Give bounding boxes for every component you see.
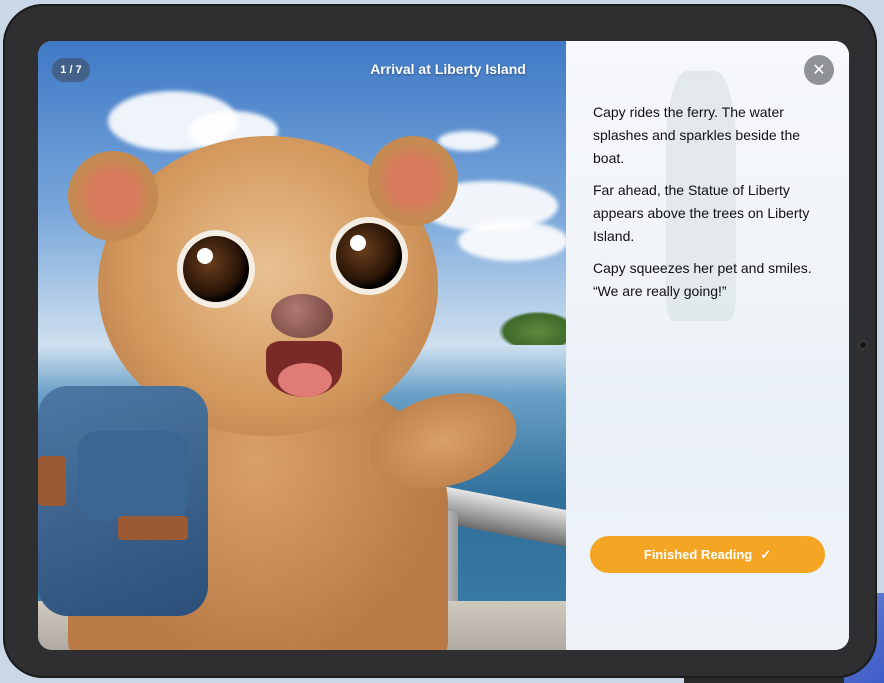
finished-reading-label: Finished Reading — [643, 547, 753, 562]
backpack-pocket — [78, 431, 188, 521]
page-title: Arrival at Liberty Island — [370, 61, 526, 77]
close-icon: ✕ — [812, 62, 826, 79]
close-button[interactable]: ✕ — [804, 55, 834, 85]
story-paragraph: Far ahead, the Statue of Liberty appears… — [593, 182, 810, 244]
story-illustration: 1 / 7 Arrival at Liberty Island — [38, 41, 566, 650]
story-text: Capy rides the ferry. The water splashes… — [593, 101, 823, 312]
story-paragraph: Capy squeezes her pet and smiles. “We ar… — [593, 260, 812, 299]
backpack-buckle — [38, 456, 66, 506]
capy-left-ear — [68, 151, 158, 241]
capy-right-ear — [368, 136, 458, 226]
capy-tongue — [278, 363, 332, 397]
capy-nose — [271, 294, 333, 338]
tablet-device: 1 / 7 Arrival at Liberty Island ✕ Capy r… — [3, 4, 877, 678]
capy-right-eye — [336, 223, 402, 289]
capy-left-eye — [183, 236, 249, 302]
story-paragraph: Capy rides the ferry. The water splashes… — [593, 104, 801, 166]
front-camera — [858, 340, 868, 350]
page-indicator: 1 / 7 — [52, 58, 90, 82]
finished-reading-button[interactable]: Finished Reading ✓ — [590, 536, 825, 573]
checkmark-icon: ✓ — [760, 546, 772, 562]
story-text-panel: ✕ Capy rides the ferry. The water splash… — [566, 41, 849, 650]
backpack-strap — [118, 516, 188, 540]
liberty-island — [498, 311, 566, 345]
storybook-screen: 1 / 7 Arrival at Liberty Island ✕ Capy r… — [38, 41, 849, 650]
